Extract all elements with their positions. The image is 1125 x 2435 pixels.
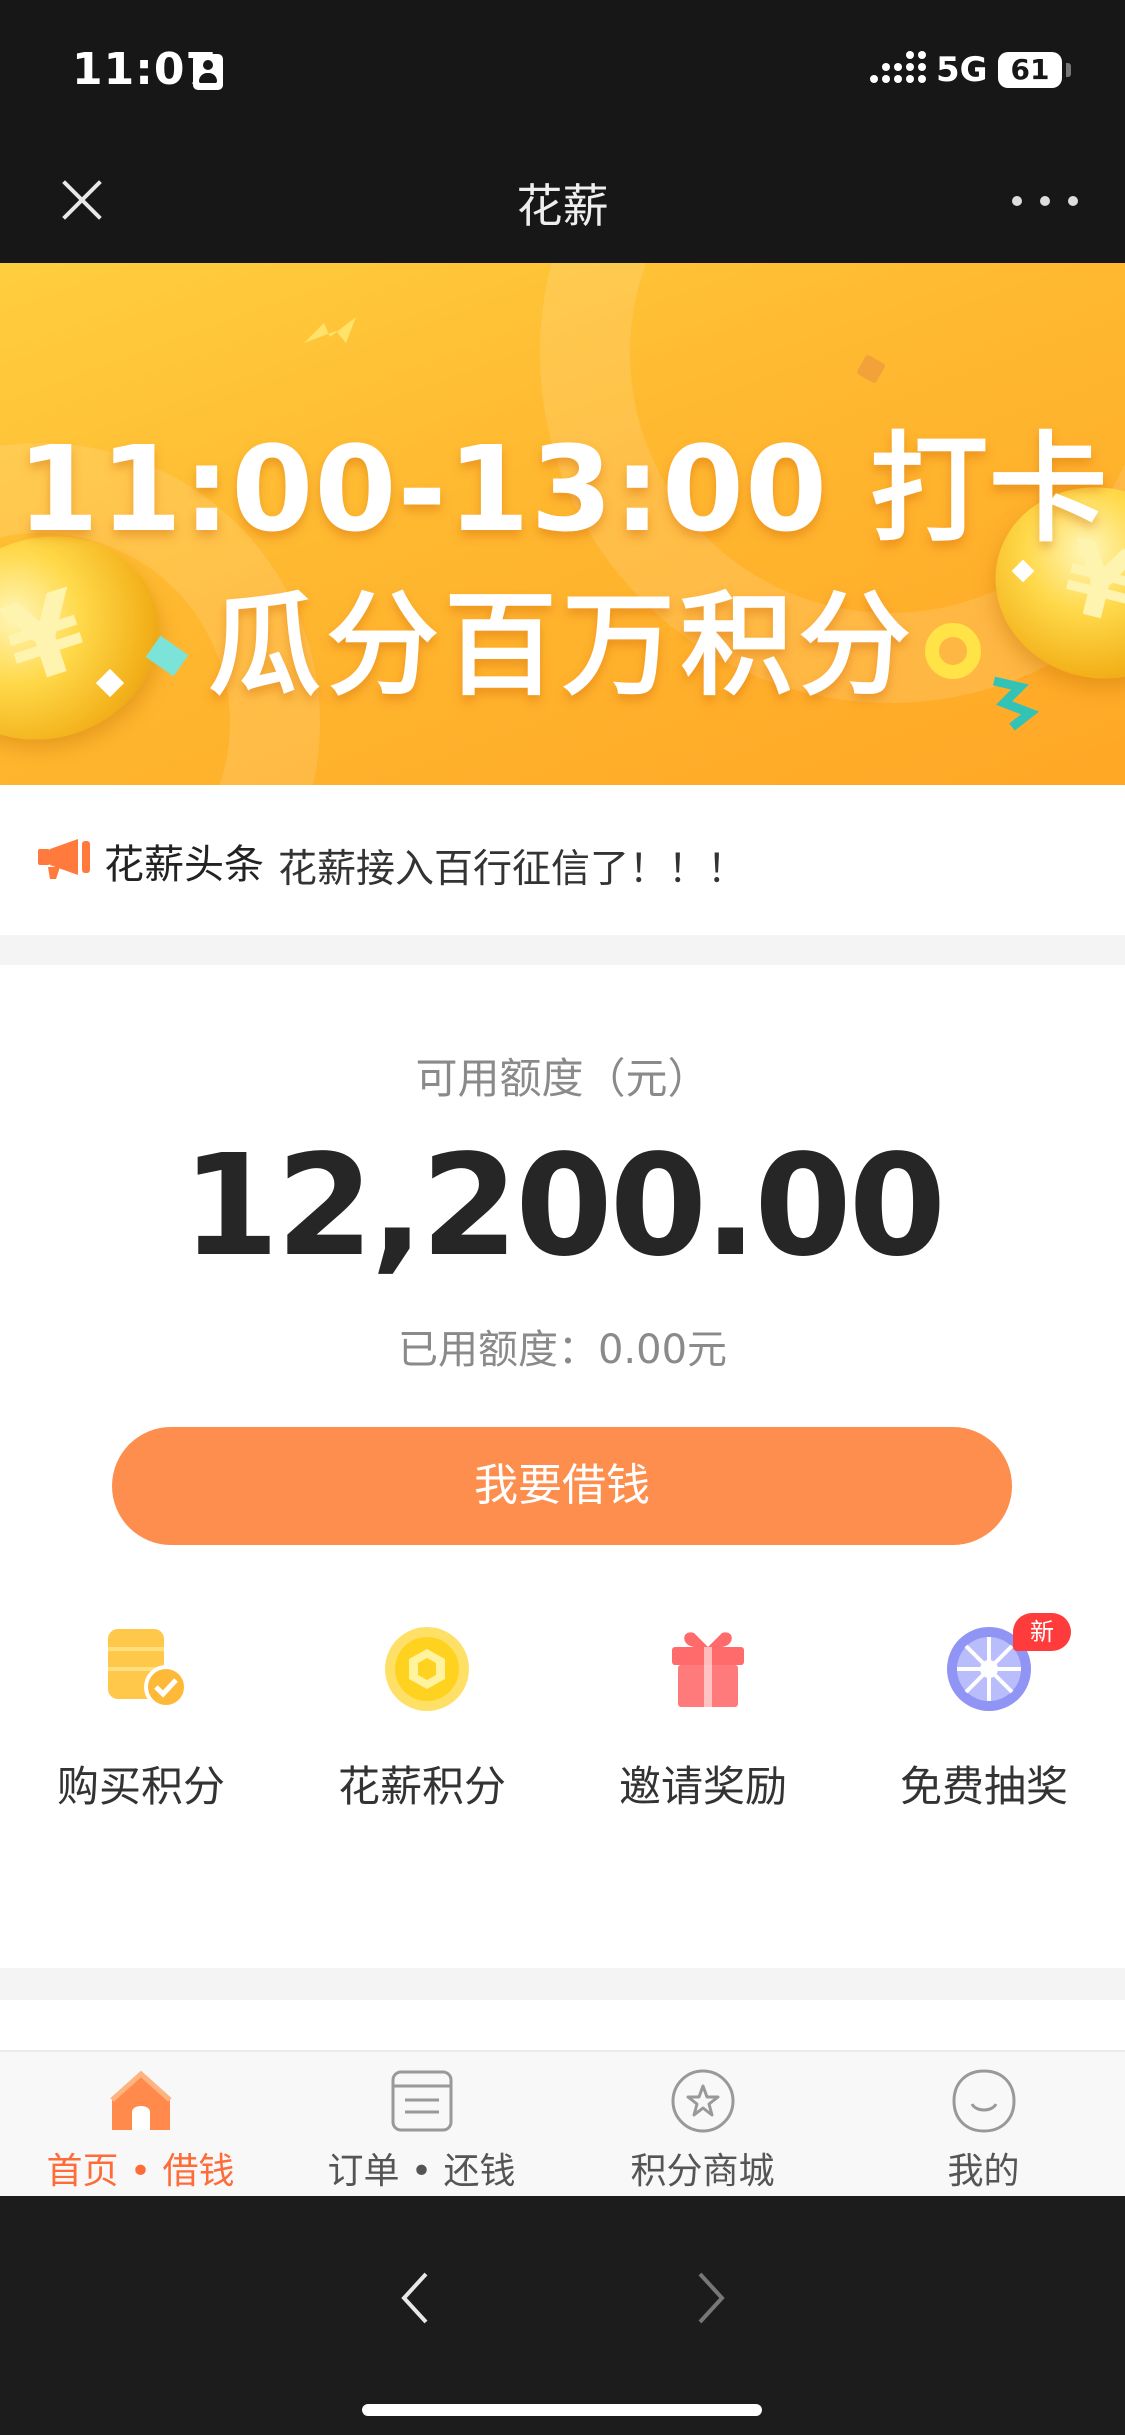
next-section [0, 2000, 1125, 2050]
tab-home-borrow[interactable]: 首页 • 借钱 [0, 2052, 281, 2198]
home-indicator[interactable] [362, 2404, 762, 2416]
tab-label: 积分商城 [630, 2151, 775, 2192]
page-title: 花薪 [516, 179, 609, 233]
news-text[interactable]: 花薪接入百行征信了！！！ [278, 838, 746, 894]
available-credit-label: 可用额度（元） [415, 1054, 710, 1103]
feature-buy-points[interactable]: 购买积分 [0, 1625, 282, 1811]
browser-toolbar [0, 2196, 1125, 2435]
tab-label: 我的 [947, 2151, 1020, 2192]
tab-points-mall[interactable]: 积分商城 [562, 2052, 843, 2198]
more-icon[interactable] [1012, 192, 1078, 208]
banner-subheadline: 瓜分百万积分 [208, 581, 917, 711]
buy-points-icon [108, 1629, 188, 1709]
banner-headline: 11:00-13:00 打卡 [16, 420, 1109, 558]
battery-icon: 61 [998, 52, 1062, 88]
gift-icon [672, 1632, 744, 1707]
main-content: 花薪头条 花薪接入百行征信了！！！ 可用额度（元） 12,200.00 已用额度… [0, 785, 1125, 2124]
promo-banner[interactable]: ¥ ¥ 11:00-13:00 打卡 瓜分百万积分 [0, 263, 1125, 785]
feature-label: 购买积分 [56, 1762, 225, 1811]
star-mall-icon [671, 2069, 735, 2133]
feature-points[interactable]: 花薪积分 [281, 1625, 563, 1811]
home-icon [110, 2070, 172, 2130]
megaphone-icon [38, 839, 90, 879]
borrow-button[interactable]: 我要借钱 [112, 1427, 1012, 1545]
news-ticker[interactable]: 花薪头条 花薪接入百行征信了！！！ [0, 785, 1125, 935]
news-label: 花薪头条 [104, 842, 264, 888]
lightning-decor-icon [304, 317, 356, 343]
tab-orders-repay[interactable]: 订单 • 还钱 [281, 2052, 562, 2198]
new-badge: 新 [1013, 1613, 1071, 1651]
points-coin-icon [385, 1627, 469, 1711]
order-list-icon [391, 2070, 453, 2132]
profile-smile-icon [952, 2069, 1016, 2133]
tab-mine[interactable]: 我的 [843, 2052, 1124, 2198]
network-type: 5G [936, 50, 988, 90]
battery-tip [1066, 63, 1071, 77]
feature-label: 花薪积分 [337, 1762, 506, 1811]
credit-card: 可用额度（元） 12,200.00 已用额度：0.00元 我要借钱 购买积分 花… [0, 965, 1125, 2124]
tab-label: 首页 • 借钱 [46, 2151, 235, 2192]
signal-icon [870, 51, 926, 89]
contact-card-icon [193, 54, 223, 90]
app-screen: 11:07 5G 61 花薪 ¥ ¥ 11:00-13:00 打卡 瓜分百万积分… [0, 0, 1125, 2435]
back-arrow-icon[interactable] [392, 2268, 442, 2328]
feature-label: 邀请奖励 [618, 1762, 787, 1811]
available-credit-amount: 12,200.00 [181, 1125, 946, 1288]
nav-bar: 花薪 [0, 140, 1125, 263]
tab-label: 订单 • 还钱 [327, 2151, 516, 2192]
tab-bar: 首页 • 借钱 订单 • 还钱 积分商城 我的 [0, 2050, 1125, 2196]
feature-label: 免费抽奖 [899, 1762, 1068, 1811]
used-credit-label: 已用额度：0.00元 [397, 1327, 728, 1373]
feature-free-lottery[interactable]: 新 免费抽奖 [843, 1613, 1125, 1811]
forward-arrow-icon[interactable] [684, 2268, 734, 2328]
status-bar: 11:07 5G 61 [0, 0, 1125, 140]
feature-invite-reward[interactable]: 邀请奖励 [562, 1625, 844, 1811]
